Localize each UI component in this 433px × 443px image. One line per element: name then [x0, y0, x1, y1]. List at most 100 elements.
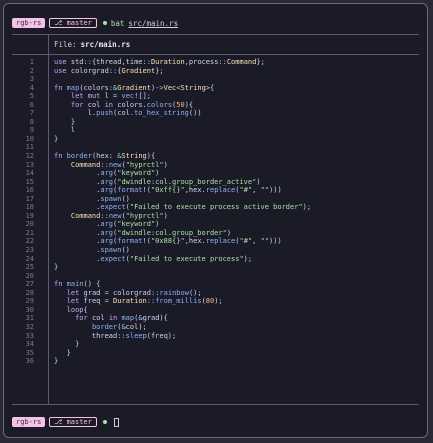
- code-line: 1 use std::{thread,time::Duration,process…: [12, 58, 421, 67]
- code-line: 2 use colorgrad::{Gradient};: [12, 67, 421, 76]
- code-line: 3: [12, 75, 421, 84]
- line-number: 26: [25, 271, 34, 280]
- code-line: 6 for col in colors.colors(50){: [12, 101, 421, 110]
- code-line: 33 thread::sleep(freq);: [12, 332, 421, 341]
- code-line: 28 let grad = colorgrad::rainbow();: [12, 289, 421, 298]
- code-line: 22 .arg(format!("0x88{}",hex.replace("#"…: [12, 237, 421, 246]
- line-number: 32: [25, 322, 34, 331]
- code-line: 13 Command::new("hyprctl"): [12, 161, 421, 170]
- code-text: l: [54, 126, 76, 135]
- line-number: 28: [25, 288, 34, 297]
- line-number: 5: [29, 92, 34, 101]
- code-text: .arg("dwindle:col.group_border"): [54, 228, 232, 237]
- code-text: fn map(colors:&Gradient)->Vec<String>{: [54, 83, 215, 92]
- line-number: 1: [29, 58, 34, 66]
- file-name: src/main.rs: [80, 40, 131, 49]
- line-number: 24: [25, 254, 34, 263]
- code-listing[interactable]: 1 use std::{thread,time::Duration,process…: [12, 58, 421, 366]
- line-number: 34: [25, 340, 34, 349]
- code-line: 26: [12, 272, 421, 281]
- shell-prompt-bottom[interactable]: rgb-rs ⎇ master: [12, 417, 119, 427]
- code-text: }: [54, 134, 59, 143]
- code-text: for col in colors.colors(50){: [70, 100, 194, 109]
- code-line: 10}: [12, 135, 421, 144]
- code-text: }: [54, 357, 59, 366]
- code-line: 9 l: [12, 126, 421, 135]
- code-text: Command::new("hyprctl"): [70, 160, 168, 169]
- divider-header: [12, 54, 419, 55]
- code-line: 23 .spawn(): [12, 246, 421, 255]
- code-line: 15 .arg("dwindle:col.group_border_active…: [12, 178, 421, 187]
- line-number: 22: [25, 237, 34, 246]
- code-line: 27 fn main() {: [12, 280, 421, 289]
- code-line: 35 }: [12, 349, 421, 358]
- line-number: 7: [29, 109, 34, 118]
- git-branch-badge: ⎇ master: [49, 417, 97, 427]
- line-number: 33: [25, 331, 34, 340]
- code-text: .arg("keyword"): [54, 220, 160, 229]
- code-text: .expect("Failed to execute process activ…: [54, 203, 312, 212]
- line-number: 35: [25, 348, 34, 357]
- code-text: }: [54, 340, 80, 349]
- line-number: 17: [25, 194, 34, 203]
- code-text: let mut l = vec![];: [70, 92, 151, 101]
- code-line: 4 fn map(colors:&Gradient)->Vec<String>{: [12, 84, 421, 93]
- code-text: Command::new("hyprctl"): [70, 211, 168, 220]
- code-line: 18 .expect("Failed to execute process ac…: [12, 203, 421, 212]
- code-line: 19 Command::new("hyprctl"): [12, 212, 421, 221]
- directory-badge: rgb-rs: [12, 417, 46, 427]
- code-line: 14 .arg("keyword"): [12, 169, 421, 178]
- line-number: 19: [25, 211, 34, 220]
- divider-top: [12, 34, 419, 35]
- code-text: .arg(format!("0x88{}",hex.replace("#", "…: [54, 237, 282, 246]
- code-text: thread::sleep(freq);: [54, 331, 177, 340]
- line-number: 36: [25, 357, 34, 366]
- line-number: 11: [25, 143, 34, 152]
- line-number: 16: [25, 186, 34, 195]
- line-number: 2: [29, 66, 34, 75]
- code-text: .spawn(): [54, 194, 130, 203]
- code-text: l.push(col.to_hex_string()): [54, 109, 202, 118]
- code-text: }: [54, 348, 71, 357]
- line-number: 31: [25, 314, 34, 323]
- line-number: 27: [25, 280, 34, 289]
- line-number: 20: [25, 220, 34, 229]
- divider-bottom: [12, 404, 419, 405]
- code-line: 8 }: [12, 118, 421, 127]
- code-text: loop{: [66, 305, 88, 314]
- code-line: 7 l.push(col.to_hex_string()): [12, 109, 421, 118]
- line-number: 18: [25, 203, 34, 212]
- code-text: .expect("Failed to execute process");: [54, 254, 253, 263]
- code-text: }: [54, 117, 76, 126]
- code-text: fn border(hex: &String){: [54, 152, 156, 161]
- code-text: .spawn(): [54, 246, 130, 255]
- code-line: 30 loop{: [12, 306, 421, 315]
- line-number: 10: [25, 134, 34, 143]
- code-text: .arg("dwindle:col.group_border_active"): [54, 177, 261, 186]
- command-argument: src/main.rs: [128, 18, 179, 28]
- line-number: 6: [29, 100, 34, 109]
- code-line: 11: [12, 143, 421, 152]
- code-line: 34 }: [12, 340, 421, 349]
- code-line: 12 fn border(hex: &String){: [12, 152, 421, 161]
- status-dot-icon: [102, 21, 107, 25]
- code-line: 21 .arg("dwindle:col.group_border"): [12, 229, 421, 238]
- git-branch-badge: ⎇ master: [49, 18, 97, 28]
- code-text: let freq = Duration::from_millis(80);: [66, 297, 223, 306]
- line-number: 15: [25, 177, 34, 186]
- code-text: border(&col);: [91, 322, 147, 331]
- code-line: 16 .arg(format!("0xff{}",hex.replace("#"…: [12, 186, 421, 195]
- line-number: 12: [25, 152, 34, 161]
- code-line: 32 border(&col);: [12, 323, 421, 332]
- code-text: .arg(format!("0xff{}",hex.replace("#", "…: [54, 186, 282, 195]
- terminal-window[interactable]: rgb-rs ⎇ master bat src/main.rs File: src…: [3, 3, 428, 438]
- code-line: 31 for col in map(&grad){: [12, 314, 421, 323]
- code-text: for col in map(&grad){: [75, 314, 168, 323]
- file-header: File: src/main.rs: [54, 40, 130, 49]
- code-text: .arg("keyword"): [54, 169, 160, 178]
- line-number: 25: [25, 263, 34, 272]
- code-line: 20 .arg("keyword"): [12, 220, 421, 229]
- code-text: use colorgrad::{Gradient};: [54, 66, 164, 75]
- line-number: 4: [29, 83, 34, 92]
- code-line: 24 .expect("Failed to execute process");: [12, 255, 421, 264]
